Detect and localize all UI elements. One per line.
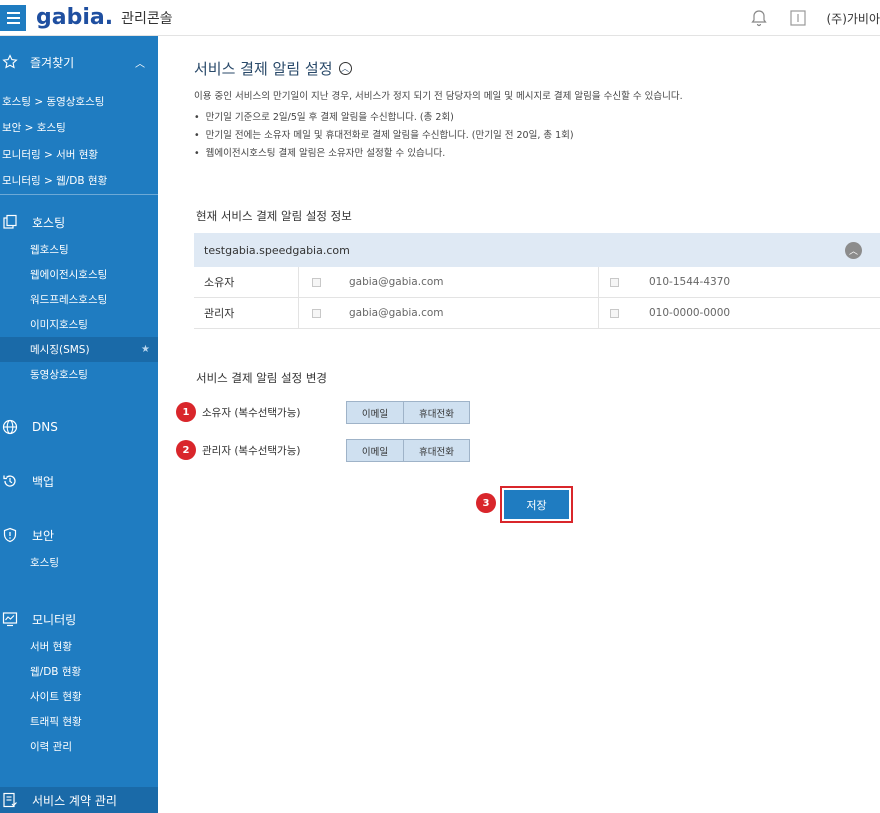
sidebar-item-wordpress-hosting[interactable]: 워드프레스호스팅 — [0, 287, 158, 312]
section-label: DNS — [32, 420, 58, 434]
globe-icon — [2, 419, 18, 435]
phone-checkbox — [610, 308, 619, 318]
monitor-icon — [2, 612, 18, 627]
sidebar-item-agency-hosting[interactable]: 웹에이전시호스팅 — [0, 262, 158, 287]
company-name[interactable]: (주)가비아 — [826, 10, 880, 27]
top-bar: gabia. 관리콘솔 (주)가비아 — [0, 0, 880, 36]
notice-item: 만기일 기준으로 2일/5일 후 결제 알림을 수신합니다. (총 2회) — [194, 109, 574, 127]
hosting-icon — [3, 214, 17, 229]
current-info-title: 현재 서비스 결제 알림 설정 정보 — [196, 209, 352, 223]
table-row: 관리자 gabia@gabia.com 010-0000-0000 — [194, 298, 880, 329]
sidebar-section-dns[interactable]: DNS — [0, 412, 158, 442]
sidebar-item-label: 메시징(SMS) — [30, 344, 90, 356]
notice-item: 만기일 전에는 소유자 메일 및 휴대전화로 결제 알림을 수신합니다. (만기… — [194, 127, 574, 145]
favorite-item[interactable]: 호스팅 > 동영상호스팅 — [0, 88, 158, 115]
sidebar-item-history[interactable]: 이력 관리 — [0, 734, 158, 759]
section-label: 백업 — [32, 474, 55, 489]
sidebar-item-webdb-status[interactable]: 웹/DB 현황 — [0, 659, 158, 684]
row-email: gabia@gabia.com — [349, 276, 444, 288]
app-title: 관리콘솔 — [121, 10, 173, 27]
row-label: 관리자 — [194, 298, 299, 328]
manager-email-button[interactable]: 이메일 — [346, 439, 404, 462]
menu-icon[interactable] — [0, 4, 26, 31]
save-button[interactable]: 저장 — [504, 490, 569, 519]
email-checkbox — [312, 277, 321, 287]
page-title: 서비스 결제 알림 설정 ︿ — [194, 58, 352, 79]
sidebar-item-server-status[interactable]: 서버 현황 — [0, 634, 158, 659]
sidebar-item-security-hosting[interactable]: 호스팅 — [0, 550, 158, 575]
table-row: 소유자 gabia@gabia.com 010-1544-4370 — [194, 267, 880, 298]
row-phone: 010-1544-4370 — [649, 276, 731, 288]
setting-label: 관리자 (복수선택가능) — [202, 444, 301, 457]
notice-item: 웹에이전시호스팅 결제 알림은 소유자만 설정할 수 있습니다. — [194, 145, 574, 163]
sidebar-section-hosting[interactable]: 호스팅 — [0, 207, 158, 237]
page-title-text: 서비스 결제 알림 설정 — [194, 60, 333, 78]
favorite-item[interactable]: 모니터링 > 웹/DB 현황 — [0, 168, 158, 195]
favorites-header[interactable]: 즐겨찾기 ︿ — [0, 36, 158, 88]
sidebar: 즐겨찾기 ︿ 호스팅 > 동영상호스팅 보안 > 호스팅 모니터링 > 서버 현… — [0, 36, 158, 813]
current-info-table: testgabia.speedgabia.com ︿ 소유자 gabia@gab… — [194, 233, 880, 329]
main-content: 서비스 결제 알림 설정 ︿ 이용 중인 서비스의 만기일이 지난 경우, 서비… — [158, 36, 880, 806]
chevron-up-circle-icon[interactable]: ︿ — [338, 62, 352, 75]
domain-header: testgabia.speedgabia.com ︿ — [194, 233, 880, 267]
sidebar-item-web-hosting[interactable]: 웹호스팅 — [0, 237, 158, 262]
row-label: 소유자 — [194, 267, 299, 297]
row-phone: 010-0000-0000 — [649, 307, 731, 319]
favorites-label: 즐겨찾기 — [30, 55, 75, 70]
section-label: 보안 — [32, 528, 55, 543]
document-icon[interactable] — [790, 9, 807, 27]
gabia-logo[interactable]: gabia. — [36, 5, 113, 30]
owner-setting-row: 1 소유자 (복수선택가능) — [176, 402, 300, 422]
manager-setting-row: 2 관리자 (복수선택가능) — [176, 440, 300, 460]
row-email: gabia@gabia.com — [349, 307, 444, 319]
sidebar-section-backup[interactable]: 백업 — [0, 466, 158, 496]
shield-icon — [3, 527, 17, 543]
manager-phone-button[interactable]: 휴대전화 — [404, 439, 470, 462]
sidebar-item-messaging[interactable]: 메시징(SMS) ★ — [0, 337, 158, 362]
step-badge: 3 — [476, 493, 496, 513]
save-highlight: 저장 — [500, 486, 573, 523]
sidebar-item-traffic-status[interactable]: 트래픽 현황 — [0, 709, 158, 734]
backup-icon — [3, 475, 16, 487]
sidebar-item-video-hosting[interactable]: 동영상호스팅 — [0, 362, 158, 387]
owner-phone-button[interactable]: 휴대전화 — [404, 401, 470, 424]
favorite-item[interactable]: 모니터링 > 서버 현황 — [0, 141, 158, 168]
chevron-up-icon[interactable]: ︿ — [135, 55, 145, 70]
domain-name: testgabia.speedgabia.com — [204, 243, 350, 257]
bell-icon[interactable] — [750, 9, 768, 27]
sidebar-section-contract[interactable]: 서비스 계약 관리 — [0, 787, 158, 813]
phone-checkbox — [610, 277, 619, 287]
section-label: 호스팅 — [32, 215, 66, 230]
step-badge: 2 — [176, 440, 196, 460]
sidebar-section-monitoring[interactable]: 모니터링 — [0, 604, 158, 634]
collapse-icon[interactable]: ︿ — [845, 241, 862, 259]
owner-email-button[interactable]: 이메일 — [346, 401, 404, 424]
star-icon — [2, 54, 18, 69]
favorite-star-icon[interactable]: ★ — [141, 344, 150, 355]
favorite-item[interactable]: 보안 > 호스팅 — [0, 115, 158, 142]
page-description: 이용 중인 서비스의 만기일이 지난 경우, 서비스가 정지 되기 전 담당자의… — [194, 91, 683, 102]
change-settings-title: 서비스 결제 알림 설정 변경 — [196, 371, 328, 385]
email-checkbox — [312, 308, 321, 318]
sidebar-section-security[interactable]: 보안 — [0, 520, 158, 550]
sidebar-item-image-hosting[interactable]: 이미지호스팅 — [0, 312, 158, 337]
manager-toggle-group: 이메일 휴대전화 — [346, 439, 470, 462]
step-badge: 1 — [176, 402, 196, 422]
setting-label: 소유자 (복수선택가능) — [202, 406, 301, 419]
sidebar-item-site-status[interactable]: 사이트 현황 — [0, 684, 158, 709]
notice-list: 만기일 기준으로 2일/5일 후 결제 알림을 수신합니다. (총 2회) 만기… — [194, 109, 574, 163]
section-label: 모니터링 — [32, 612, 77, 627]
owner-toggle-group: 이메일 휴대전화 — [346, 401, 470, 424]
